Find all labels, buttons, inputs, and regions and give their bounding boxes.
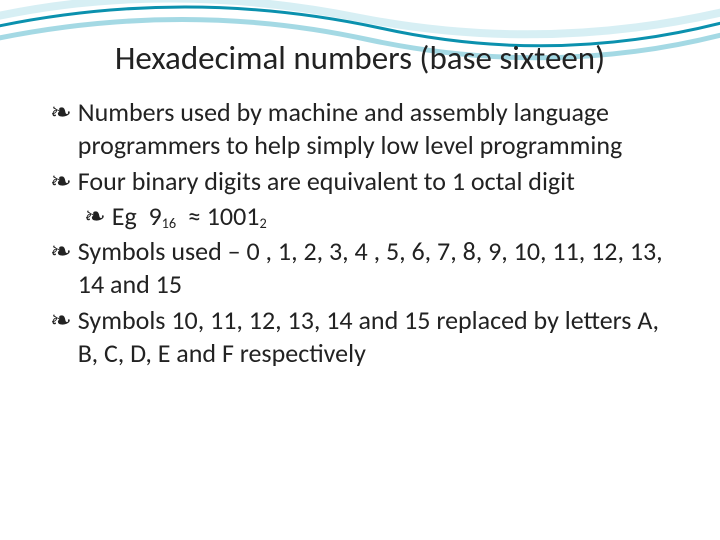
slide: Hexadecimal numbers (base sixteen) ❧ Num… <box>0 0 720 540</box>
sub-bullet-item: ❧ Eg 916 ≈ 10012 <box>50 200 670 233</box>
bullet-item: ❧ Symbols 10, 11, 12, 13, 14 and 15 repl… <box>50 304 670 371</box>
bullet-item: ❧ Numbers used by machine and assembly l… <box>50 96 670 163</box>
slide-body: ❧ Numbers used by machine and assembly l… <box>50 96 670 370</box>
bullet-item: ❧ Symbols used – 0 , 1, 2, 3, 4 , 5, 6, … <box>50 235 670 302</box>
bullet-text: Numbers used by machine and assembly lan… <box>78 96 670 163</box>
bullet-marker-icon: ❧ <box>84 200 112 233</box>
bullet-marker-icon: ❧ <box>50 96 78 163</box>
bullet-item: ❧ Four binary digits are equivalent to 1… <box>50 165 670 198</box>
bullet-text: Four binary digits are equivalent to 1 o… <box>78 165 670 198</box>
bullet-marker-icon: ❧ <box>50 304 78 371</box>
bullet-text: Eg 916 ≈ 10012 <box>112 200 670 233</box>
bullet-marker-icon: ❧ <box>50 165 78 198</box>
slide-title: Hexadecimal numbers (base sixteen) <box>50 38 670 78</box>
bullet-marker-icon: ❧ <box>50 235 78 302</box>
bullet-text: Symbols used – 0 , 1, 2, 3, 4 , 5, 6, 7,… <box>78 235 670 302</box>
bullet-text: Symbols 10, 11, 12, 13, 14 and 15 replac… <box>78 304 670 371</box>
